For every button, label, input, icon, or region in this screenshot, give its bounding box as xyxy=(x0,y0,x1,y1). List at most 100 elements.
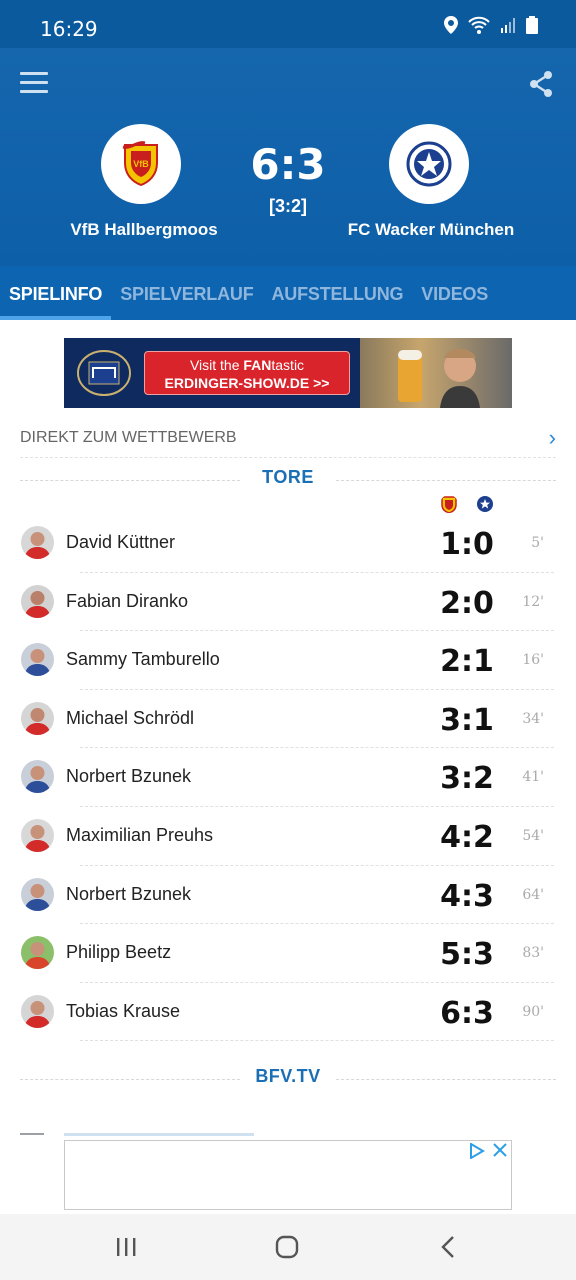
goal-minute: 34' xyxy=(522,710,544,727)
player-avatar xyxy=(21,877,54,911)
goal-scorer: Sammy Tamburello xyxy=(66,649,220,670)
goal-scorer: Norbert Bzunek xyxy=(66,883,192,904)
home-icon xyxy=(275,1235,299,1259)
goal-row[interactable]: Fabian Diranko 2:0 12' xyxy=(0,573,576,632)
goal-row[interactable]: Norbert Bzunek 3:2 41' xyxy=(0,748,576,807)
goal-score: 6:3 xyxy=(440,995,494,1031)
fc-wacker-muenchen-crest-icon xyxy=(406,141,452,187)
away-team-name[interactable]: FC Wacker München xyxy=(331,220,531,240)
goal-minute: 12' xyxy=(522,593,544,610)
bottom-ad-banner[interactable] xyxy=(64,1140,512,1210)
goals-section-header: TORE xyxy=(20,467,556,493)
player-avatar xyxy=(21,818,54,852)
goal-score: 2:1 xyxy=(440,644,494,680)
goal-score: 3:1 xyxy=(440,702,494,738)
ad-line-1-suffix: tastic xyxy=(271,357,305,373)
share-icon xyxy=(530,71,552,97)
tab-aufstellung[interactable]: AUFSTELLUNG xyxy=(263,266,413,320)
hamburger-icon xyxy=(20,72,48,75)
home-button[interactable] xyxy=(267,1234,307,1260)
halftime-score: [3:2] xyxy=(268,196,307,216)
ad-line-1: Visit the FANtastic xyxy=(145,356,349,374)
goal-row[interactable]: David Küttner 1:0 5' xyxy=(0,514,576,573)
svg-text:VfB: VfB xyxy=(133,159,149,169)
team-column-crests xyxy=(440,495,494,513)
battery-icon xyxy=(526,16,538,34)
tv-section-title: BFV.TV xyxy=(255,1066,321,1086)
tab-videos[interactable]: VIDEOS xyxy=(412,266,497,320)
ad-line-1-bold: FAN xyxy=(243,357,272,373)
player-avatar xyxy=(21,994,54,1028)
goals-list: David Küttner 1:0 5' Fabian Diranko 2:0 … xyxy=(0,514,576,1042)
competition-link-label: DIREKT ZUM WETTBEWERB xyxy=(20,428,237,446)
tv-section-header: BFV.TV xyxy=(20,1066,556,1092)
goal-score: 2:0 xyxy=(440,585,494,621)
goal-row[interactable]: Sammy Tamburello 2:1 16' xyxy=(0,631,576,690)
goal-score: 1:0 xyxy=(440,527,494,562)
adchoices-icon[interactable] xyxy=(469,1143,485,1159)
ad-cta-box[interactable]: Visit the FANtastic ERDINGER-SHOW.DE >> xyxy=(144,351,350,395)
goal-scorer: Fabian Diranko xyxy=(66,590,189,611)
goal-row[interactable]: Maximilian Preuhs 4:2 54' xyxy=(0,807,576,866)
goal-scorer: Tobias Krause xyxy=(66,1000,181,1021)
away-team-crest[interactable] xyxy=(389,124,469,204)
match-header: VfB VfB Hallbergmoos 6:3 [3:2] FC Wacker… xyxy=(0,48,576,266)
ad-banner[interactable]: Visit the FANtastic ERDINGER-SHOW.DE >> xyxy=(64,338,512,408)
menu-button[interactable] xyxy=(20,72,48,94)
goal-scorer: Norbert Bzunek xyxy=(66,766,192,787)
tab-bar: SPIELINFO SPIELVERLAUF AUFSTELLUNG VIDEO… xyxy=(0,266,576,320)
player-avatar xyxy=(21,701,54,735)
status-time: 16:29 xyxy=(40,17,98,41)
back-button[interactable] xyxy=(428,1234,468,1260)
hamburger-line xyxy=(20,81,48,84)
home-team-crest[interactable]: VfB xyxy=(101,124,181,204)
divider xyxy=(336,1079,556,1080)
goal-row[interactable]: Michael Schrödl 3:1 34' xyxy=(0,690,576,749)
recent-apps-button[interactable] xyxy=(106,1234,146,1260)
ad-photo-illustration xyxy=(398,349,480,408)
erdinger-logo-icon xyxy=(77,350,131,396)
ad-photo xyxy=(360,338,512,408)
wifi-icon xyxy=(468,16,490,34)
obscured-content xyxy=(20,1133,254,1136)
back-icon xyxy=(441,1236,454,1258)
goal-minute: 90' xyxy=(522,1003,544,1020)
goal-row[interactable]: Philipp Beetz 5:3 83' xyxy=(0,924,576,983)
player-avatar xyxy=(21,643,54,677)
player-avatar xyxy=(21,526,54,559)
away-mini-crest-icon xyxy=(477,496,493,512)
location-icon xyxy=(444,16,458,34)
player-avatar xyxy=(21,936,54,970)
hamburger-line xyxy=(20,90,48,93)
goal-score: 3:2 xyxy=(440,761,494,797)
divider xyxy=(336,480,556,481)
system-nav-bar xyxy=(0,1214,576,1280)
home-team-name[interactable]: VfB Hallbergmoos xyxy=(44,220,244,240)
status-bar: 16:29 xyxy=(0,0,576,48)
match-score: 6:3 xyxy=(250,140,326,189)
recent-apps-icon xyxy=(117,1238,136,1256)
tab-spielinfo[interactable]: SPIELINFO xyxy=(0,266,112,320)
status-icons xyxy=(444,16,538,34)
player-avatar xyxy=(21,760,54,794)
goal-row[interactable]: Norbert Bzunek 4:3 64' xyxy=(0,866,576,925)
goal-minute: 5' xyxy=(531,535,544,551)
goal-scorer: Maximilian Preuhs xyxy=(66,824,214,845)
goal-row[interactable]: Tobias Krause 6:3 90' xyxy=(0,983,576,1042)
ad-line-1-prefix: Visit the xyxy=(189,357,244,373)
player-avatar xyxy=(21,584,54,618)
chevron-right-icon: › xyxy=(548,424,556,450)
goals-section-title: TORE xyxy=(262,467,314,487)
home-mini-crest-icon xyxy=(441,496,457,513)
goal-minute: 41' xyxy=(522,769,544,786)
close-icon[interactable] xyxy=(493,1143,507,1157)
divider xyxy=(20,1079,240,1080)
goal-scorer: Michael Schrödl xyxy=(66,707,195,728)
goal-minute: 64' xyxy=(522,886,544,903)
share-button[interactable] xyxy=(528,70,554,98)
tab-spielverlauf[interactable]: SPIELVERLAUF xyxy=(111,266,262,320)
vfb-hallbergmoos-crest-icon: VfB xyxy=(122,141,158,187)
ad-controls xyxy=(469,1143,507,1159)
row-divider xyxy=(80,1040,554,1042)
competition-link[interactable]: DIREKT ZUM WETTBEWERB › xyxy=(20,418,556,458)
